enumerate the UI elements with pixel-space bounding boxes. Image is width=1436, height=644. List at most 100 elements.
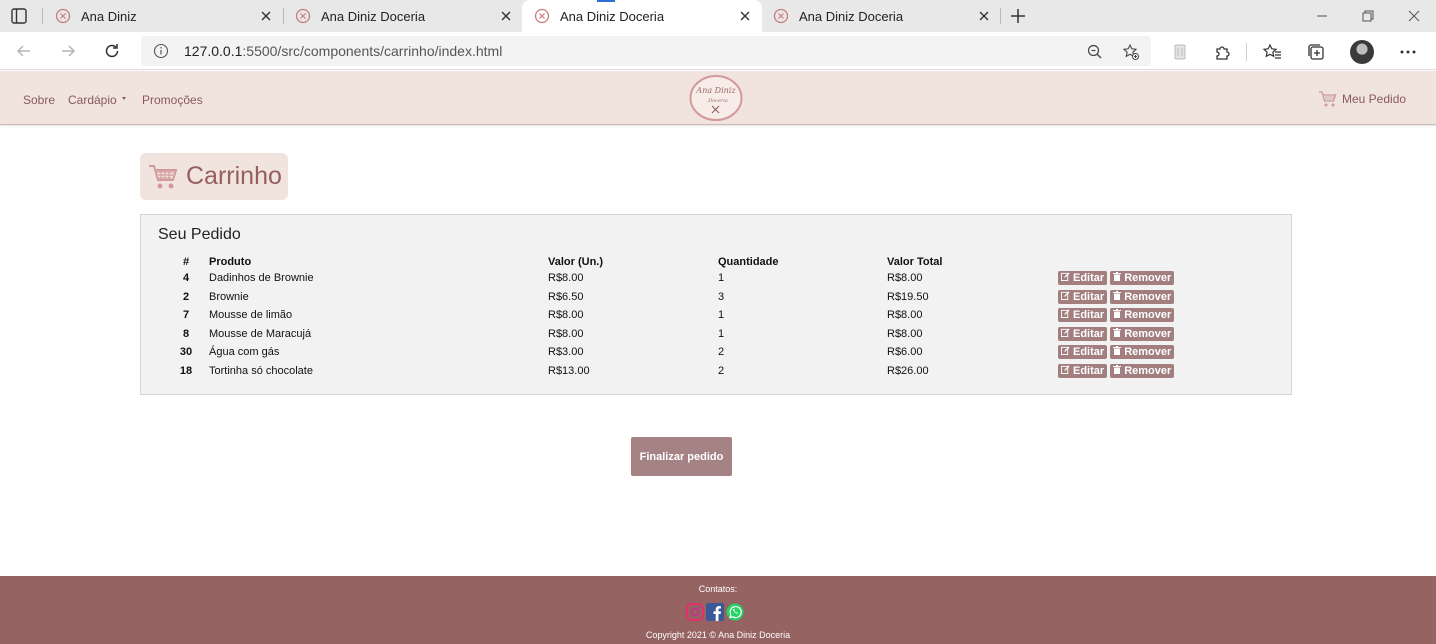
cart-icon [1319, 91, 1337, 107]
row-valor: R$8.00 [548, 272, 584, 285]
site-favicon-icon [55, 8, 71, 24]
page-title: Carrinho [140, 153, 288, 200]
edit-icon [1061, 291, 1073, 303]
remove-button[interactable]: Remover [1110, 326, 1175, 341]
row-valor-total: R$26.00 [887, 364, 929, 377]
whatsapp-icon[interactable] [726, 603, 744, 621]
toolbar-separator [1246, 43, 1247, 61]
column-header: Valor Total [887, 256, 943, 268]
meu-pedido-label: Meu Pedido [1342, 92, 1407, 106]
row-actions: Editar Remover [1058, 288, 1188, 307]
row-quantidade: 3 [718, 290, 725, 303]
back-icon[interactable] [14, 41, 34, 61]
edit-icon [1061, 272, 1073, 284]
new-tab-icon[interactable] [1009, 7, 1027, 25]
profile-avatar[interactable] [1350, 40, 1374, 64]
restore-icon[interactable] [1361, 9, 1375, 23]
footer-contatos: Contatos: [698, 584, 738, 594]
edit-button[interactable]: Editar [1058, 289, 1108, 304]
edit-label: Editar [1073, 309, 1105, 322]
row-actions: Editar Remover [1058, 306, 1188, 325]
row-id: 30 [179, 346, 193, 359]
remove-button[interactable]: Remover [1110, 345, 1175, 360]
info-icon[interactable] [153, 43, 169, 59]
column-header: Produto [209, 256, 252, 268]
refresh-icon[interactable] [102, 41, 122, 61]
tab-3[interactable]: Ana Diniz Doceria [761, 0, 1001, 32]
edit-button[interactable]: Editar [1058, 363, 1108, 378]
tab-actions-icon[interactable] [10, 7, 28, 25]
edit-label: Editar [1073, 272, 1105, 285]
close-tab-icon[interactable] [738, 9, 752, 23]
edit-button[interactable]: Editar [1058, 308, 1108, 323]
browser-tab-bar: Ana Diniz Ana Diniz Doceria Ana Diniz Do… [0, 0, 1436, 32]
row-actions: Editar Remover [1058, 325, 1188, 344]
column-header: Valor (Un.) [548, 256, 604, 268]
tab-0[interactable]: Ana Diniz [43, 0, 283, 32]
edit-button[interactable]: Editar [1058, 271, 1108, 286]
chevron-down-icon [121, 97, 126, 101]
order-panel-title: Seu Pedido [158, 226, 241, 243]
extension-icon[interactable] [1170, 42, 1190, 62]
social-links [686, 603, 744, 621]
close-window-icon[interactable] [1407, 9, 1421, 23]
row-id: 4 [182, 272, 190, 285]
url-field[interactable]: 127.0.0.1:5500/src/components/carrinho/i… [141, 36, 1151, 66]
nav-sobre[interactable]: Sobre [23, 93, 55, 107]
row-produto: Mousse de Maracujá [209, 327, 312, 340]
meu-pedido-link[interactable]: Meu Pedido [1318, 89, 1406, 109]
remove-button[interactable]: Remover [1110, 308, 1175, 323]
table-row: 7 Mousse de limão R$8.00 1 R$8.00 Editar Remov… [163, 306, 1188, 325]
favorites-icon[interactable] [1262, 42, 1282, 62]
remove-button[interactable]: Remover [1110, 271, 1175, 286]
tab-title: Ana Diniz Doceria [799, 8, 904, 24]
remove-button[interactable]: Remover [1110, 289, 1175, 304]
active-tab-indicator [597, 0, 615, 2]
remove-label: Remover [1124, 290, 1172, 303]
nav-cardapio[interactable]: Cardápio [68, 93, 126, 107]
forward-icon[interactable] [58, 41, 78, 61]
row-quantidade: 1 [718, 309, 725, 322]
close-tab-icon[interactable] [499, 9, 513, 23]
instagram-icon[interactable] [686, 603, 704, 621]
row-valor-total: R$8.00 [887, 327, 923, 340]
edit-button[interactable]: Editar [1058, 326, 1108, 341]
row-produto: Mousse de limão [209, 309, 293, 322]
tab-title: Ana Diniz [81, 8, 137, 24]
minimize-icon[interactable] [1315, 9, 1329, 23]
cart-icon [149, 164, 178, 188]
row-quantidade: 1 [718, 327, 725, 340]
add-favorite-icon[interactable] [1122, 43, 1140, 61]
site-logo[interactable]: Ana Diniz Doceria [688, 74, 744, 122]
tab-title: Ana Diniz Doceria [321, 8, 426, 24]
finalizar-pedido-button[interactable]: Finalizar pedido [631, 437, 732, 476]
close-tab-icon[interactable] [977, 9, 991, 23]
trash-icon [1113, 346, 1124, 358]
facebook-icon[interactable] [706, 603, 724, 621]
row-produto: Brownie [209, 290, 249, 303]
collections-icon[interactable] [1306, 42, 1326, 62]
tab-1[interactable]: Ana Diniz Doceria [283, 0, 523, 32]
tab-2-active[interactable]: Ana Diniz Doceria [522, 0, 762, 32]
table-header-row: # Produto Valor (Un.) Quantidade Valor T… [163, 255, 1188, 269]
trash-icon [1113, 272, 1124, 284]
site-favicon-icon [534, 8, 550, 24]
footer-copyright: Copyright 2021 © Ana Diniz Doceria [645, 630, 791, 640]
edit-icon [1061, 346, 1073, 358]
remove-label: Remover [1124, 272, 1172, 285]
row-actions: Editar Remover [1058, 343, 1188, 362]
close-tab-icon[interactable] [259, 9, 273, 23]
more-menu-icon[interactable] [1398, 42, 1418, 62]
address-bar: 127.0.0.1:5500/src/components/carrinho/i… [0, 32, 1436, 70]
trash-icon [1113, 290, 1124, 303]
remove-button[interactable]: Remover [1110, 363, 1175, 378]
row-valor-total: R$8.00 [887, 309, 923, 322]
site-favicon-icon [295, 8, 311, 24]
trash-icon [1113, 309, 1124, 321]
nav-promocoes[interactable]: Promoções [142, 93, 203, 107]
extensions-puzzle-icon[interactable] [1213, 42, 1233, 62]
site-favicon-icon [773, 8, 789, 24]
edit-button[interactable]: Editar [1058, 345, 1108, 360]
zoom-out-icon[interactable] [1086, 43, 1104, 61]
remove-label: Remover [1124, 364, 1172, 377]
